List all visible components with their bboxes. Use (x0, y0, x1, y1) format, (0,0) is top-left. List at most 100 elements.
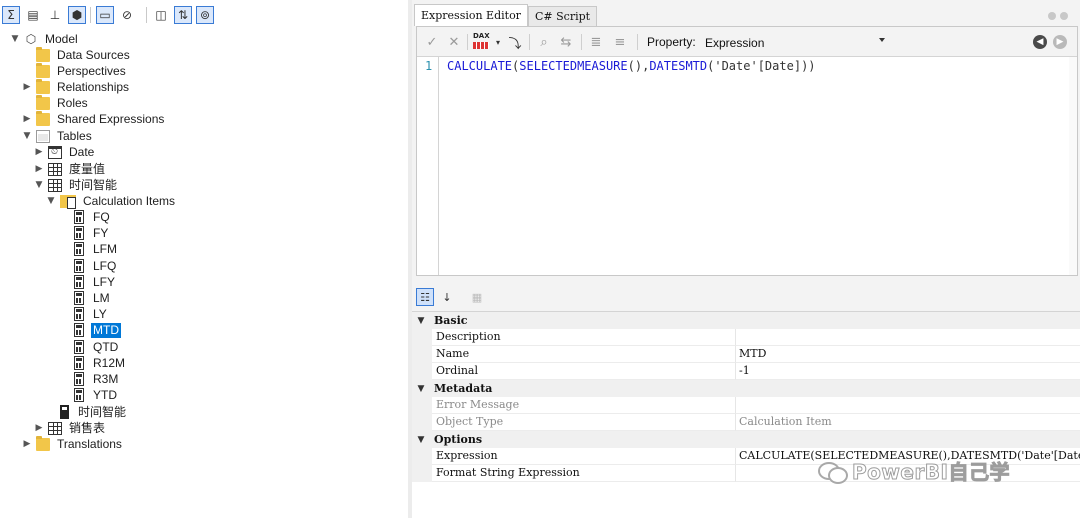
property-row-name[interactable]: Name MTD (412, 346, 1080, 363)
category-basic[interactable]: ▼ Basic (412, 312, 1080, 329)
chevron-down-icon[interactable]: ▼ (412, 384, 430, 394)
folder-icon (36, 94, 50, 110)
panel-divider[interactable] (412, 276, 1080, 282)
property-value[interactable] (736, 329, 1080, 346)
calc-item-qtd[interactable]: QTD (72, 339, 120, 355)
chevron-down-icon[interactable]: ▼ (46, 194, 56, 208)
property-pages-icon[interactable]: ▦ (468, 288, 486, 306)
tree-node-time-intel-column[interactable]: 时间智能 (58, 404, 128, 420)
deploy-icon[interactable]: ⤵ (507, 32, 523, 52)
tree-node-shared-expressions[interactable]: ▶ Shared Expressions (22, 110, 166, 127)
tab-expression-editor[interactable]: Expression Editor (414, 4, 528, 26)
sigma-icon[interactable]: Σ (2, 6, 20, 24)
calc-item-fq[interactable]: FQ (72, 209, 112, 225)
tree-node-roles[interactable]: Roles (36, 94, 90, 111)
window-buttons (1048, 12, 1068, 20)
tree-node-relationships[interactable]: ▶ Relationships (22, 78, 131, 95)
chevron-right-icon[interactable]: ▶ (34, 145, 44, 159)
tree-label: 时间智能 (69, 177, 118, 192)
tree-node-measures[interactable]: ▶ 度量值 (34, 161, 107, 177)
calc-item-fy[interactable]: FY (72, 225, 110, 241)
cancel-x-icon[interactable]: ✕ (445, 32, 463, 52)
chevron-down-icon[interactable]: ▼ (412, 435, 430, 445)
dax-format-icon[interactable]: DAX (473, 32, 491, 52)
category-metadata[interactable]: ▼ Metadata (412, 380, 1080, 397)
property-row-object-type[interactable]: Object Type Calculation Item (412, 414, 1080, 431)
toolbar-separator (90, 7, 91, 23)
tree-label: Data Sources (57, 47, 130, 62)
property-label: Property: (647, 35, 696, 49)
sort-icon[interactable]: ⇅ (174, 6, 192, 24)
property-select[interactable]: Expression (701, 33, 891, 52)
toolbar-separator (146, 7, 147, 23)
back-arrow-icon[interactable]: ◀ (1033, 35, 1047, 49)
tree-label: Perspectives (57, 63, 126, 78)
replace-icon[interactable]: ⇆ (557, 32, 575, 52)
outdent-icon[interactable]: ≣ (587, 32, 605, 52)
tree-node-date[interactable]: ▶ Date (34, 144, 96, 160)
sort-alpha-icon[interactable]: ↓ (438, 288, 456, 306)
chevron-right-icon[interactable]: ▶ (22, 437, 32, 451)
chevron-down-icon[interactable]: ▼ (22, 129, 32, 143)
forward-arrow-icon[interactable]: ▶ (1053, 35, 1067, 49)
chevron-right-icon[interactable]: ▶ (34, 421, 44, 435)
property-value[interactable]: MTD (736, 346, 1080, 363)
columns-icon[interactable]: ▤ (24, 6, 42, 24)
property-row-error-message[interactable]: Error Message (412, 397, 1080, 414)
split-icon[interactable]: ◫ (152, 6, 170, 24)
chevron-down-icon[interactable]: ▼ (412, 316, 430, 326)
chevron-down-icon[interactable]: ▼ (34, 178, 44, 192)
calc-item-r12m[interactable]: R12M (72, 355, 127, 371)
chevron-down-icon[interactable]: ▼ (10, 32, 20, 46)
line-number-gutter: 1 (417, 57, 439, 275)
category-label: Options (434, 433, 483, 446)
chevron-down-icon[interactable]: ▾ (493, 32, 503, 52)
tree-node-time-intelligence[interactable]: ▼ 时间智能 (34, 177, 119, 193)
categorized-icon[interactable]: ☷ (416, 288, 434, 306)
date-table-icon (48, 145, 62, 159)
tree-label: 销售表 (69, 420, 106, 435)
property-row-ordinal[interactable]: Ordinal -1 (412, 363, 1080, 380)
pin-icon[interactable] (1048, 12, 1056, 20)
tree-node-translations[interactable]: ▶ Translations (22, 435, 124, 452)
vertical-scrollbar[interactable] (1069, 57, 1077, 275)
property-row-description[interactable]: Description (412, 329, 1080, 346)
tree-node-data-sources[interactable]: Data Sources (36, 46, 132, 63)
calc-item-lm[interactable]: LM (72, 290, 112, 306)
category-label: Metadata (434, 382, 493, 395)
watermark: PowerBI自己学 (818, 456, 1010, 485)
model-icon: ⬡ (25, 31, 37, 46)
property-value[interactable]: -1 (736, 363, 1080, 380)
category-options[interactable]: ▼ Options (412, 431, 1080, 448)
code-editor[interactable]: 1 CALCULATE(SELECTEDMEASURE(),DATESMTD('… (417, 57, 1077, 275)
filter-icon[interactable]: ⊚ (196, 6, 214, 24)
calc-item-ytd[interactable]: YTD (72, 387, 119, 403)
calc-item-mtd[interactable]: MTD (72, 322, 121, 338)
calc-item-lfm[interactable]: LFM (72, 241, 119, 257)
calc-item-ly[interactable]: LY (72, 306, 109, 322)
tab-csharp-script[interactable]: C# Script (528, 6, 598, 26)
calc-item-lfq[interactable]: LFQ (72, 258, 118, 274)
hidden-icon[interactable]: ⊘ (118, 6, 136, 24)
accept-check-icon[interactable]: ✓ (423, 32, 441, 52)
tree-label: QTD (93, 339, 119, 354)
chevron-right-icon[interactable]: ▶ (22, 80, 32, 94)
hierarchy-icon[interactable]: ⊥ (46, 6, 64, 24)
folder-icon (36, 435, 50, 451)
cube-icon[interactable]: ⬢ (68, 6, 86, 24)
tree-node-calculation-items[interactable]: ▼ Calculation Items (46, 193, 177, 209)
tree-node-perspectives[interactable]: Perspectives (36, 62, 128, 79)
tree-node-model[interactable]: ▼ ⬡ Model (10, 31, 80, 47)
window-icon[interactable]: ▭ (96, 6, 114, 24)
search-icon[interactable]: ⌕ (535, 32, 553, 52)
code-token-calculate: CALCULATE (447, 59, 513, 73)
calc-item-lfy[interactable]: LFY (72, 274, 117, 290)
chevron-right-icon[interactable]: ▶ (34, 162, 44, 176)
chevron-right-icon[interactable]: ▶ (22, 112, 32, 126)
tree-node-tables[interactable]: ▼ Tables (22, 128, 94, 144)
indent-icon[interactable]: ≡ (611, 32, 629, 52)
calc-item-r3m[interactable]: R3M (72, 371, 120, 387)
tree-node-sales[interactable]: ▶ 销售表 (34, 420, 107, 436)
property-grid-toolbar: ☷ ↓ ▦ (412, 284, 1080, 310)
close-icon[interactable] (1060, 12, 1068, 20)
